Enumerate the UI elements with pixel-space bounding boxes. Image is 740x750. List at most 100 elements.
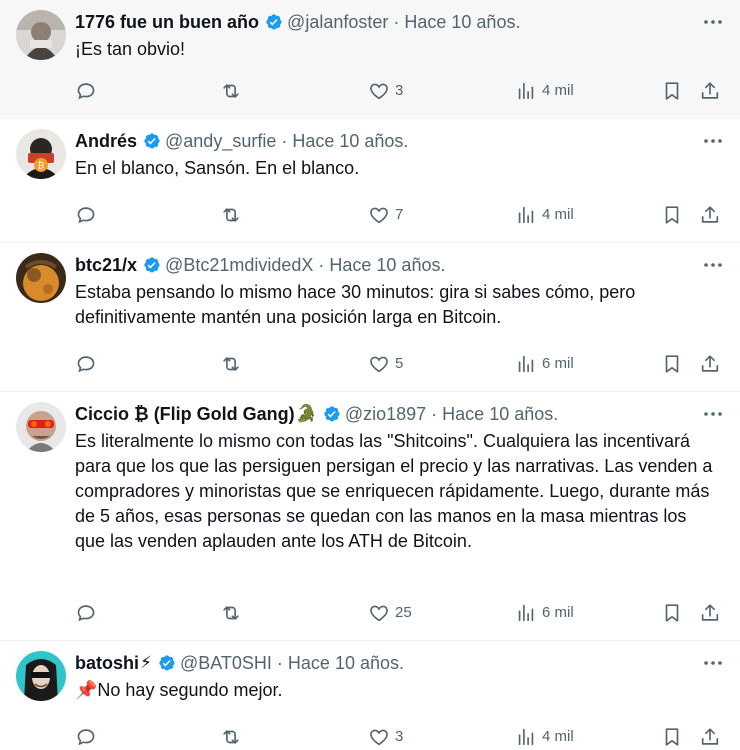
display-name[interactable]: Ciccio ₿ (Flip Gold Gang) — [75, 401, 295, 427]
share-button[interactable] — [699, 78, 721, 104]
avatar[interactable] — [16, 10, 66, 60]
like-count: 5 — [395, 355, 404, 372]
timestamp[interactable]: Hace 10 años. — [288, 650, 404, 676]
repost-arrows-icon — [223, 730, 239, 744]
name-emoji: ⚡ — [140, 653, 152, 672]
views-button[interactable]: 6 mil — [515, 351, 574, 377]
repost-arrows-icon — [223, 208, 239, 222]
reply-item[interactable]: 1776 fue un buen año @jalanfoster · Hace… — [0, 0, 740, 119]
verified-badge-icon — [156, 653, 176, 673]
reply-text: ¡Es tan obvio! — [75, 39, 186, 59]
views-button[interactable]: 4 mil — [515, 78, 574, 104]
share-button[interactable] — [699, 724, 721, 750]
like-count: 3 — [395, 728, 404, 745]
heart-icon — [370, 605, 388, 622]
more-dots-icon[interactable] — [702, 652, 724, 674]
svg-text:₿: ₿ — [38, 161, 45, 172]
handle[interactable]: @jalanfoster — [287, 9, 388, 35]
views-bars-icon — [518, 604, 534, 622]
more-dots-icon[interactable] — [702, 11, 724, 33]
separator-dot: · — [318, 255, 325, 275]
timestamp[interactable]: Hace 10 años. — [442, 401, 558, 427]
like-button[interactable]: 25 — [368, 600, 412, 626]
share-button[interactable] — [699, 351, 721, 377]
bookmark-button[interactable] — [661, 202, 683, 228]
more-dots-icon[interactable] — [702, 130, 724, 152]
repost-button[interactable] — [220, 600, 242, 626]
bookmark-icon — [665, 82, 679, 100]
views-count: 6 mil — [542, 355, 574, 372]
reply-button[interactable] — [75, 724, 97, 750]
like-count: 7 — [395, 206, 404, 223]
views-button[interactable]: 6 mil — [515, 600, 574, 626]
more-dots-icon[interactable] — [702, 403, 724, 425]
action-bar: 7 4 mil — [75, 202, 724, 228]
views-count: 4 mil — [542, 728, 574, 745]
more-dots-icon[interactable] — [702, 254, 724, 276]
display-name[interactable]: btc21/x — [75, 252, 137, 278]
bookmark-button[interactable] — [661, 351, 683, 377]
avatar[interactable] — [16, 651, 66, 701]
views-button[interactable]: 4 mil — [515, 724, 574, 750]
reply-text: 📌No hay segundo mejor. — [75, 680, 283, 700]
reply-text: Estaba pensando lo mismo hace 30 minutos… — [75, 282, 636, 327]
heart-icon — [370, 356, 388, 373]
separator-dot: · — [431, 404, 438, 424]
like-button[interactable]: 3 — [368, 78, 403, 104]
like-count: 25 — [395, 604, 412, 621]
reply-button[interactable] — [75, 351, 97, 377]
avatar[interactable] — [16, 402, 66, 452]
bookmark-button[interactable] — [661, 724, 683, 750]
like-button[interactable]: 7 — [368, 202, 403, 228]
display-name[interactable]: 1776 fue un buen año — [75, 9, 259, 35]
views-bars-icon — [518, 206, 534, 224]
handle[interactable]: @andy_surfie — [165, 128, 276, 154]
handle[interactable]: @Btc21mdividedX — [165, 252, 313, 278]
action-bar: 3 4 mil — [75, 78, 724, 104]
reply-item[interactable]: btc21/x @Btc21mdividedX · Hace 10 años. … — [0, 243, 740, 392]
like-button[interactable]: 3 — [368, 724, 403, 750]
repost-arrows-icon — [223, 606, 239, 620]
timestamp[interactable]: Hace 10 años. — [292, 128, 408, 154]
bookmark-icon — [665, 355, 679, 373]
share-upload-icon — [701, 206, 719, 223]
reply-button[interactable] — [75, 202, 97, 228]
reply-button[interactable] — [75, 600, 97, 626]
reply-text: Es literalmente lo mismo con todas las "… — [75, 431, 713, 551]
display-name[interactable]: batoshi — [75, 650, 139, 676]
handle[interactable]: @zio1897 — [345, 401, 426, 427]
heart-icon — [370, 729, 388, 746]
avatar[interactable]: ₿ — [16, 129, 66, 179]
timestamp[interactable]: Hace 10 años. — [329, 252, 445, 278]
views-count: 6 mil — [542, 604, 574, 621]
repost-button[interactable] — [220, 78, 242, 104]
handle[interactable]: @BAT0SHI — [180, 650, 272, 676]
repost-button[interactable] — [220, 202, 242, 228]
action-bar: 25 6 mil — [75, 600, 724, 626]
separator-dot: · — [393, 12, 400, 32]
views-bars-icon — [518, 82, 534, 100]
like-button[interactable]: 5 — [368, 351, 403, 377]
action-bar: 5 6 mil — [75, 351, 724, 377]
reply-bubble-icon — [77, 356, 95, 373]
share-upload-icon — [701, 728, 719, 745]
share-upload-icon — [701, 82, 719, 99]
reply-item[interactable]: batoshi ⚡ @BAT0SHI · Hace 10 años. 📌No h… — [0, 641, 740, 747]
reply-bubble-icon — [77, 207, 95, 224]
timestamp[interactable]: Hace 10 años. — [404, 9, 520, 35]
repost-button[interactable] — [220, 724, 242, 750]
display-name[interactable]: Andrés — [75, 128, 137, 154]
share-button[interactable] — [699, 202, 721, 228]
repost-button[interactable] — [220, 351, 242, 377]
reply-item[interactable]: Ciccio ₿ (Flip Gold Gang) 🐊 @zio1897 · H… — [0, 392, 740, 641]
reply-button[interactable] — [75, 78, 97, 104]
share-button[interactable] — [699, 600, 721, 626]
bookmark-button[interactable] — [661, 600, 683, 626]
reply-item[interactable]: ₿ Andrés @andy_surfie · Hace 10 años. En… — [0, 119, 740, 243]
views-button[interactable]: 4 mil — [515, 202, 574, 228]
bookmark-icon — [665, 206, 679, 224]
avatar[interactable] — [16, 253, 66, 303]
views-count: 4 mil — [542, 82, 574, 99]
bookmark-button[interactable] — [661, 78, 683, 104]
bookmark-icon — [665, 728, 679, 746]
